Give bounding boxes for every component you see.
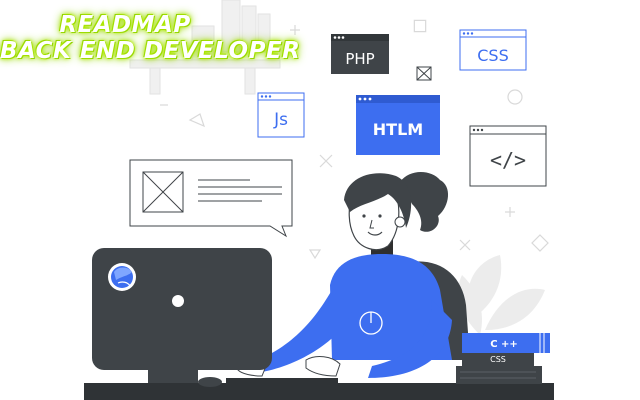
html-label: HTLM — [373, 120, 423, 139]
close-box-decoration — [416, 66, 432, 81]
page-title: READMAP BACK END DEVELOPER — [0, 12, 301, 64]
book-cpp-label: C ++ — [490, 339, 518, 350]
computer-monitor — [92, 248, 272, 387]
title-line-1: READMAP — [59, 12, 191, 38]
globe-icon — [108, 263, 136, 291]
plant-decoration — [457, 255, 545, 335]
webcam-dot — [172, 295, 184, 307]
book-css-label: CSS — [490, 355, 506, 364]
php-code-window: PHP — [331, 34, 389, 74]
js-code-window: Js — [257, 92, 305, 138]
book-stack: CSS C ++ — [456, 333, 550, 384]
image-placeholder-bubble — [129, 159, 293, 238]
js-label: Js — [273, 110, 288, 130]
title-line-2: BACK END DEVELOPER — [0, 38, 301, 64]
code-tag-label: </> — [490, 148, 526, 172]
css-code-window: CSS — [459, 29, 527, 71]
php-label: PHP — [345, 50, 374, 68]
css-label: CSS — [477, 46, 508, 65]
code-tag-window: </> — [469, 125, 547, 187]
html-code-window: HTLM — [356, 95, 440, 155]
